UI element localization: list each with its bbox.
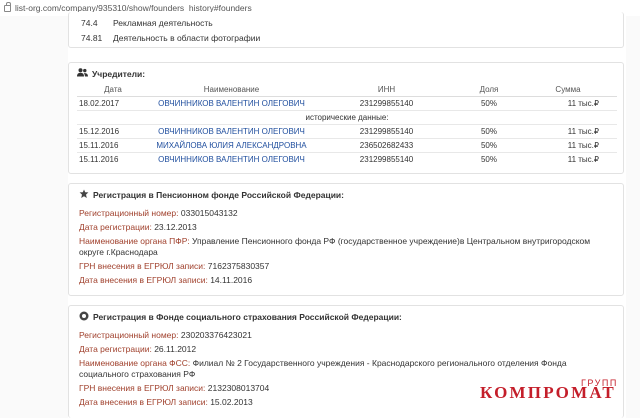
detail-key: ГРН внесения в ЕГРЮЛ записи: bbox=[79, 382, 206, 393]
pension-fund-title: Регистрация в Пенсионном фонде Российско… bbox=[93, 190, 344, 200]
social-insurance-title: Регистрация в Фонде социального страхова… bbox=[93, 312, 402, 322]
founder-name-link[interactable]: ОВЧИННИКОВ ВАЛЕНТИН ОЛЕГОВИЧ bbox=[149, 151, 314, 166]
founder-date: 15.11.2016 bbox=[77, 151, 149, 166]
founder-name-link[interactable]: МИХАЙЛОВА ЮЛИЯ АЛЕКСАНДРОВНА bbox=[149, 137, 314, 152]
founders-card: Учредители: Дата Наименование ИНН Доля С… bbox=[68, 62, 624, 174]
founder-name-link[interactable]: ОВЧИННИКОВ ВАЛЕНТИН ОЛЕГОВИЧ bbox=[149, 95, 314, 110]
table-row: 15.11.2016 МИХАЙЛОВА ЮЛИЯ АЛЕКСАНДРОВНА … bbox=[77, 137, 617, 152]
social-insurance-heading: Регистрация в Фонде социального страхова… bbox=[79, 311, 615, 323]
detail-value: 26.11.2012 bbox=[154, 344, 197, 354]
detail-row: Дата внесения в ЕГРЮЛ записи: 14.11.2016 bbox=[79, 275, 615, 286]
founder-share: 50% bbox=[459, 137, 519, 152]
detail-key: Регистрационный номер: bbox=[79, 208, 179, 218]
founder-date: 18.02.2017 bbox=[77, 95, 149, 110]
founder-sum: 11 тыс.₽ bbox=[519, 123, 617, 138]
okved-code: 74.4 bbox=[81, 17, 98, 28]
pension-fund-icon bbox=[79, 189, 89, 201]
table-row: 15.11.2016 ОВЧИННИКОВ ВАЛЕНТИН ОЛЕГОВИЧ … bbox=[77, 151, 617, 166]
detail-value: 15.02.2013 bbox=[210, 396, 253, 407]
history-label: исторические данные: bbox=[77, 109, 617, 124]
okved-name: Рекламная деятельность bbox=[113, 17, 213, 28]
detail-value: 23.12.2013 bbox=[154, 222, 197, 232]
detail-value: 14.11.2016 bbox=[210, 274, 253, 285]
detail-row: Регистрационный номер: 230203376423021 bbox=[79, 330, 615, 341]
founder-sum: 11 тыс.₽ bbox=[519, 95, 617, 110]
column-header: Доля bbox=[459, 83, 519, 97]
founder-date: 15.11.2016 bbox=[77, 137, 149, 152]
detail-key: Наименование органа ПФР: bbox=[79, 236, 190, 246]
detail-value: 230203376423021 bbox=[180, 330, 252, 340]
detail-row: Наименование органа ФСС: Филиал № 2 Госу… bbox=[79, 358, 615, 379]
founder-sum: 11 тыс.₽ bbox=[519, 137, 617, 152]
founder-name-link[interactable]: ОВЧИННИКОВ ВАЛЕНТИН ОЛЕГОВИЧ bbox=[149, 123, 314, 138]
founder-inn: 231299855140 bbox=[314, 151, 459, 166]
column-header: ИНН bbox=[314, 83, 459, 97]
detail-row: Наименование органа ПФР: Управление Пенс… bbox=[79, 236, 615, 257]
pension-fund-details: Регистрационный номер: 033015043132 Дата… bbox=[79, 208, 615, 285]
founder-sum: 11 тыс.₽ bbox=[519, 151, 617, 166]
detail-value: 7162375830357 bbox=[207, 260, 270, 271]
history-label-row: исторические данные: bbox=[77, 109, 617, 124]
detail-row: Регистрационный номер: 033015043132 bbox=[79, 208, 615, 219]
founders-heading: Учредители: bbox=[77, 68, 617, 79]
detail-key: Дата регистрации: bbox=[79, 344, 152, 354]
pension-fund-heading: Регистрация в Пенсионном фонде Российско… bbox=[79, 189, 615, 201]
detail-row: Дата регистрации: 26.11.2012 bbox=[79, 344, 615, 355]
page-gutter-right bbox=[626, 16, 640, 418]
founder-share: 50% bbox=[459, 95, 519, 110]
founder-share: 50% bbox=[459, 123, 519, 138]
okved-code: 74.81 bbox=[81, 32, 103, 43]
users-icon bbox=[77, 68, 88, 79]
okved-name: Деятельность в области фотографии bbox=[113, 32, 261, 43]
column-header: Дата bbox=[77, 83, 149, 97]
table-row: 15.12.2016 ОВЧИННИКОВ ВАЛЕНТИН ОЛЕГОВИЧ … bbox=[77, 123, 617, 138]
founder-date: 15.12.2016 bbox=[77, 123, 149, 138]
detail-key: Дата регистрации: bbox=[79, 222, 152, 232]
social-insurance-icon bbox=[79, 311, 89, 323]
detail-row: Дата регистрации: 23.12.2013 bbox=[79, 222, 615, 233]
detail-key: Наименование органа ФСС: bbox=[79, 358, 191, 368]
founders-title: Учредители: bbox=[92, 68, 146, 79]
detail-key: Регистрационный номер: bbox=[79, 330, 179, 340]
lock-icon bbox=[4, 1, 11, 12]
column-header: Наименование bbox=[149, 83, 314, 97]
table-row: 18.02.2017 ОВЧИННИКОВ ВАЛЕНТИН ОЛЕГОВИЧ … bbox=[77, 95, 617, 110]
detail-row: ГРН внесения в ЕГРЮЛ записи: 71623758303… bbox=[79, 261, 615, 272]
founder-inn: 236502682433 bbox=[314, 137, 459, 152]
watermark-small-text: ГРУПП bbox=[581, 378, 618, 388]
okved-card: 74.4 Рекламная деятельность 74.81 Деятел… bbox=[68, 12, 624, 48]
founder-inn: 231299855140 bbox=[314, 95, 459, 110]
okved-row: 74.81 Деятельность в области фотографии bbox=[81, 30, 615, 45]
watermark-logo: КОМПРОМАТ ГРУПП bbox=[480, 378, 640, 408]
founders-table: Дата Наименование ИНН Доля Сумма 18.02.2… bbox=[77, 83, 617, 166]
detail-key: Дата внесения в ЕГРЮЛ записи: bbox=[79, 396, 208, 407]
detail-key: ГРН внесения в ЕГРЮЛ записи: bbox=[79, 260, 206, 271]
founder-share: 50% bbox=[459, 151, 519, 166]
table-header: Дата Наименование ИНН Доля Сумма bbox=[77, 83, 617, 97]
detail-value: 2132308013704 bbox=[207, 382, 270, 393]
page-gutter-left bbox=[0, 16, 68, 418]
okved-row: 74.4 Рекламная деятельность bbox=[81, 15, 615, 30]
detail-key: Дата внесения в ЕГРЮЛ записи: bbox=[79, 274, 208, 285]
detail-value: 033015043132 bbox=[180, 208, 238, 218]
pension-fund-card: Регистрация в Пенсионном фонде Российско… bbox=[68, 183, 624, 296]
column-header: Сумма bbox=[519, 83, 617, 97]
founder-inn: 231299855140 bbox=[314, 123, 459, 138]
